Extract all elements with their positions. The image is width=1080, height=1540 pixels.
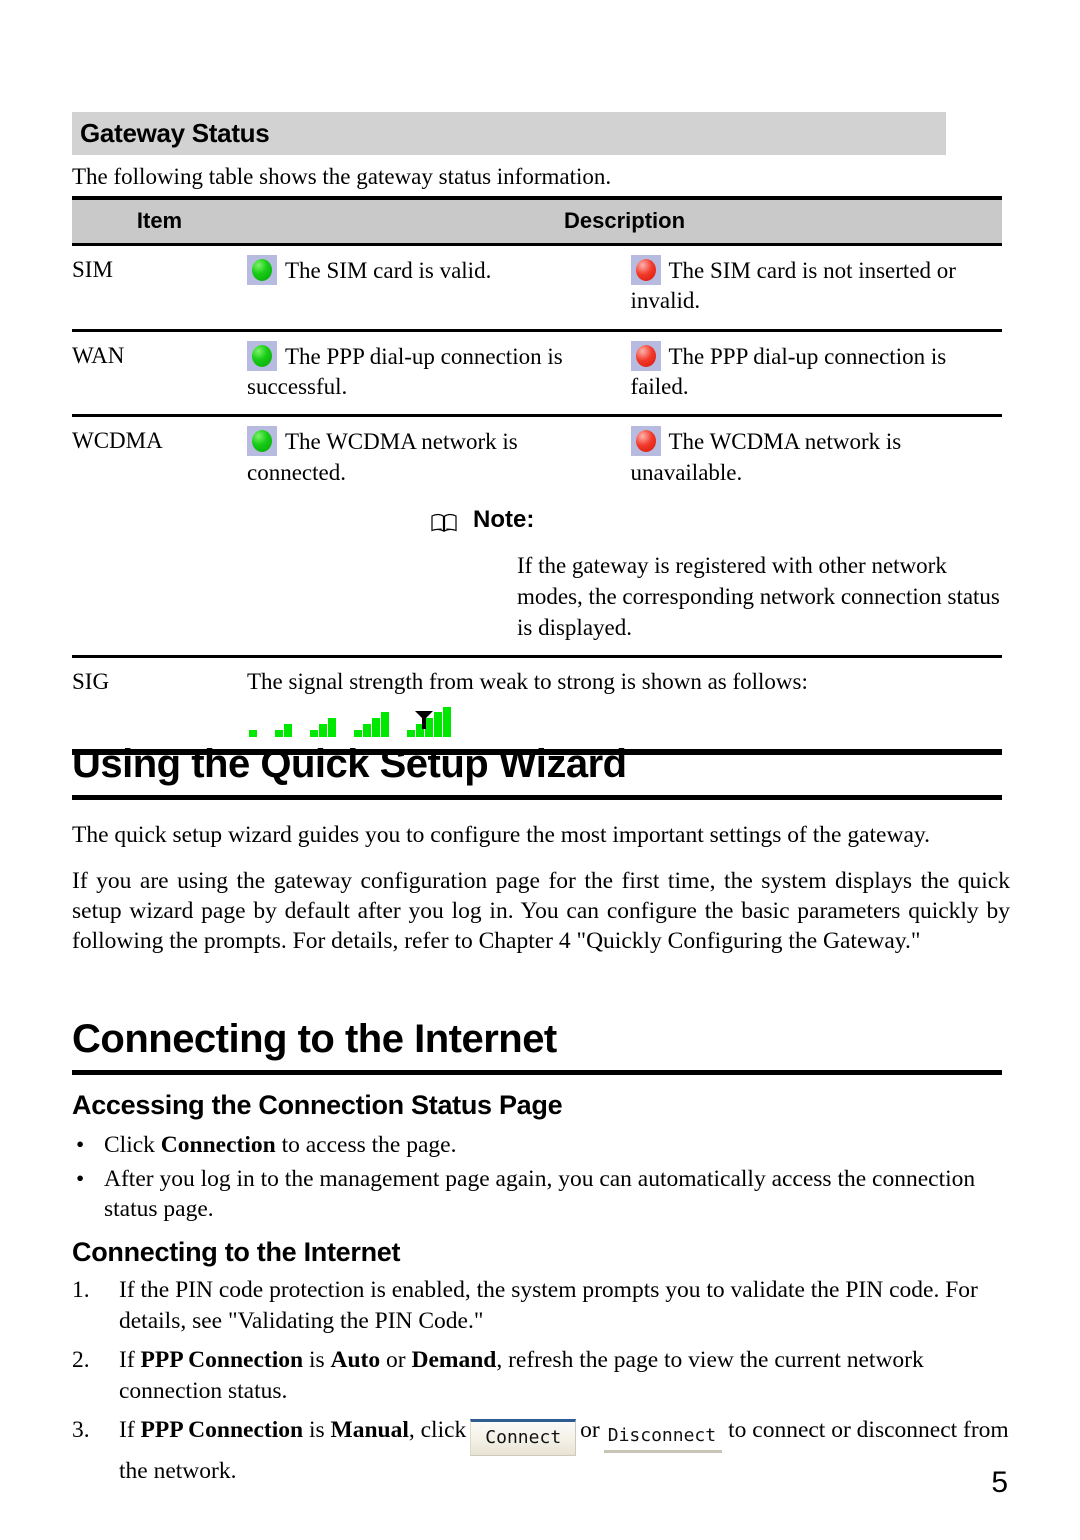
step3-c: is (303, 1417, 331, 1444)
bullet-1-bold: Connection (160, 1132, 276, 1158)
bullet-text-2: After you log in to the management page … (104, 1165, 976, 1223)
step-number-3: 3. (72, 1417, 90, 1444)
sim-fail-text: The SIM card is not inserted or invalid. (630, 258, 956, 314)
red-led-icon (630, 340, 661, 371)
antenna-overlay-icon (415, 711, 433, 730)
connect-button[interactable]: Connect (470, 1419, 577, 1457)
row-description-sig: The signal strength from weak to strong … (247, 656, 1002, 756)
table-row: WCDMA The WCDMA network is connected. Th… (72, 415, 1002, 658)
column-header-description: Description (247, 196, 1002, 246)
wcdma-ok-text: The WCDMA network is connected. (247, 429, 518, 485)
chapter-heading-quick-setup: Using the Quick Setup Wizard (72, 742, 1002, 800)
list-item: • After you log in to the management pag… (72, 1164, 1002, 1225)
row-item-sig: SIG (72, 656, 247, 756)
bullet-point-icon: • (76, 1165, 85, 1192)
note-block: Note: If the gateway is registered with … (247, 504, 1002, 643)
step-text-3: If PPP Connection is Manual, click Connec… (119, 1415, 1017, 1487)
section-heading-accessing-status-page: Accessing the Connection Status Page (72, 1090, 563, 1120)
bullet-text-1: Click Connection to access the page. (104, 1130, 1002, 1161)
section-heading-connecting-sub: Connecting to the Internet (72, 1237, 401, 1267)
bullet-1-suffix: to access the page. (275, 1132, 457, 1158)
step-text-1: If the PIN code protection is enabled, t… (119, 1277, 978, 1334)
table-row: WAN The PPP dial-up connection is succes… (72, 330, 1002, 418)
table-header-row: Item Description (72, 196, 1002, 246)
note-body: If the gateway is registered with other … (517, 552, 1000, 640)
row-item-wcdma: WCDMA (72, 415, 247, 658)
row-description-sim: The SIM card is valid. The SIM card is n… (247, 244, 1002, 332)
row-description-wan: The PPP dial-up connection is successful… (247, 330, 1002, 418)
row-description-wcdma: The WCDMA network is connected. The WCDM… (247, 415, 1002, 658)
step3-manual: Manual (330, 1417, 409, 1444)
signal-bars-4-icon (354, 707, 389, 738)
table-row: SIG The signal strength from weak to str… (72, 656, 1002, 756)
connecting-steps-list: 1. If the PIN code protection is enabled… (72, 1275, 1017, 1496)
signal-bars-3-icon (310, 707, 336, 738)
wan-fail-text: The PPP dial-up connection is failed. (630, 343, 947, 400)
table-row: SIM The SIM card is valid. The SIM card … (72, 244, 1002, 332)
section-heading-gateway-status: Gateway Status (72, 112, 946, 155)
step2-ppp-connection: PPP Connection (140, 1347, 304, 1374)
list-item: 1. If the PIN code protection is enabled… (72, 1275, 1017, 1336)
wcdma-fail-text: The WCDMA network is unavailable. (630, 429, 902, 485)
signal-strength-icons (247, 707, 1002, 738)
document-page: Gateway Status The following table shows… (0, 0, 1080, 1540)
bullet-point-icon: • (76, 1132, 85, 1158)
disconnect-button[interactable]: Disconnect (603, 1422, 723, 1454)
gateway-status-table: Item Description SIM The SIM card is val… (72, 196, 1002, 756)
page-number: 5 (991, 1466, 1008, 1499)
green-led-icon (247, 426, 277, 457)
list-item: • Click Connection to access the page. (72, 1130, 1002, 1161)
signal-bars-2-icon (275, 707, 292, 738)
quick-setup-paragraph-2: If you are using the gateway configurati… (72, 868, 1010, 955)
open-book-icon (431, 510, 457, 533)
green-led-icon (247, 255, 277, 285)
list-item: 3. If PPP Connection is Manual, click Con… (72, 1415, 1017, 1487)
red-led-icon (630, 426, 661, 457)
column-header-item: Item (72, 196, 247, 246)
step-number-1: 1. (72, 1277, 90, 1303)
note-label: Note: (473, 506, 535, 534)
list-item: 2. If PPP Connection is Auto or Demand, … (72, 1345, 1017, 1406)
sim-ok-text: The SIM card is valid. (285, 258, 492, 283)
chapter-heading-connecting: Connecting to the Internet (72, 1017, 1002, 1075)
bullet-1-prefix: Click (104, 1132, 161, 1158)
accessing-bullet-list: • Click Connection to access the page. •… (72, 1130, 1002, 1228)
step2-demand: Demand (411, 1347, 497, 1374)
step2-e: or (380, 1347, 412, 1374)
red-led-icon (630, 255, 661, 285)
step3-a: If (119, 1417, 141, 1444)
wan-ok-text: The PPP dial-up connection is successful… (247, 343, 563, 400)
signal-bars-1-icon (249, 707, 257, 738)
signal-strength-text: The signal strength from weak to strong … (247, 668, 808, 694)
step-text-2: If PPP Connection is Auto or Demand, ref… (119, 1345, 1017, 1406)
signal-bars-5-icon (407, 707, 451, 738)
step-number-2: 2. (72, 1347, 90, 1374)
step3-e: , click (408, 1417, 467, 1444)
row-item-wan: WAN (72, 330, 247, 418)
step3-ppp-connection: PPP Connection (140, 1417, 304, 1444)
step2-c: is (303, 1347, 331, 1374)
step2-a: If (119, 1347, 141, 1374)
gateway-status-intro: The following table shows the gateway st… (72, 164, 612, 189)
note-heading: Note: (431, 504, 1002, 536)
step2-auto: Auto (330, 1347, 381, 1374)
green-led-icon (247, 340, 277, 371)
quick-setup-paragraph-1: The quick setup wizard guides you to con… (72, 822, 930, 848)
row-item-sim: SIM (72, 244, 247, 332)
step3-or: or (580, 1417, 600, 1444)
